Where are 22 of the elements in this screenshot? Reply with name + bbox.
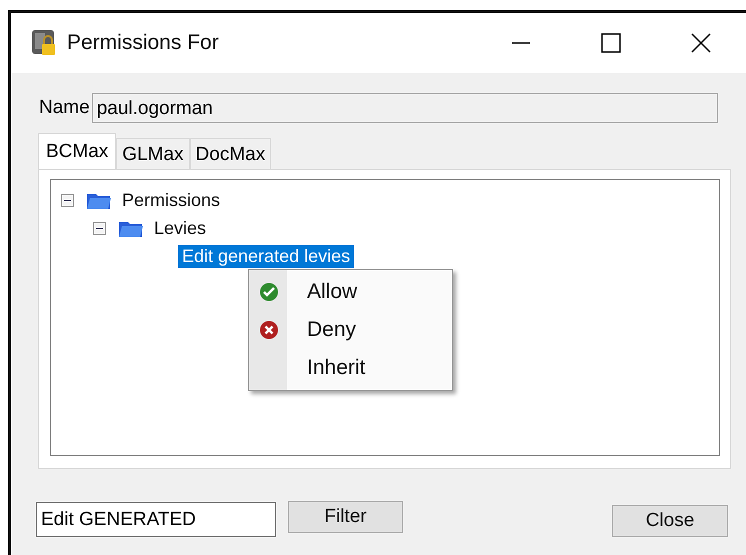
checkmark-icon [259, 282, 279, 302]
tab[interactable]: BCMax [38, 133, 116, 169]
window-title: Permissions For [67, 31, 219, 55]
menu-item[interactable]: Allow [249, 273, 452, 311]
tab[interactable]: GLMax [116, 138, 190, 169]
name-label: Name [39, 97, 90, 119]
tree-item[interactable]: Permissions [118, 188, 224, 212]
menu-item[interactable]: Inherit [249, 349, 452, 387]
collapse-icon[interactable] [61, 194, 74, 206]
filter-button[interactable]: Filter [288, 501, 403, 533]
maximize-icon[interactable] [601, 33, 621, 53]
tree-item[interactable]: Edit generated levies [178, 244, 354, 268]
close-icon[interactable] [691, 33, 711, 53]
close-button[interactable]: Close [612, 505, 728, 537]
tab[interactable]: DocMax [190, 138, 272, 169]
name-field[interactable]: paul.ogorman [92, 93, 718, 123]
padlock-safe-icon [31, 29, 57, 57]
filter-field[interactable]: Edit GENERATED [36, 502, 276, 537]
collapse-icon[interactable] [93, 222, 106, 234]
menu-item[interactable]: Deny [249, 311, 452, 349]
tree-item[interactable]: Levies [150, 216, 210, 240]
cross-icon [259, 320, 279, 340]
